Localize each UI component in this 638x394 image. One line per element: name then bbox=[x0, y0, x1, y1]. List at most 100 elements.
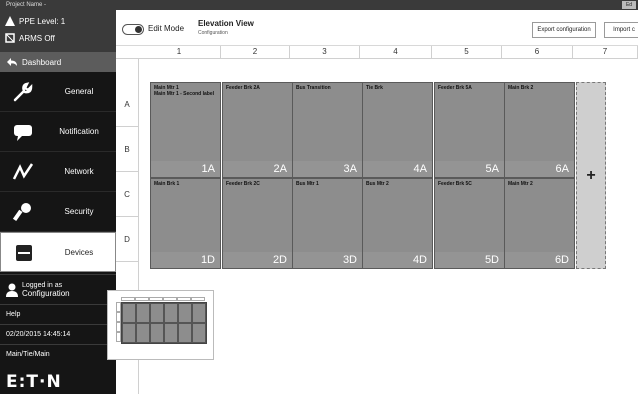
mini-map-row-marker bbox=[116, 302, 121, 312]
mini-map-cell bbox=[192, 303, 206, 323]
device-name: Main Brk 1 bbox=[154, 181, 180, 187]
mini-map-grid bbox=[121, 302, 207, 344]
column-header-4: 4 bbox=[360, 46, 432, 58]
mini-map-column-marker bbox=[191, 297, 205, 301]
nav-item-security[interactable]: Security bbox=[0, 192, 116, 232]
cell-id: 3D bbox=[342, 254, 357, 266]
mini-map-cell bbox=[164, 323, 178, 343]
wrench-icon bbox=[13, 82, 33, 102]
dashboard-button[interactable]: Dashboard bbox=[0, 52, 116, 72]
path-text: Main/Tie/Main bbox=[6, 351, 50, 358]
nav-item-notification[interactable]: Notification bbox=[0, 112, 116, 152]
device-icon bbox=[16, 245, 32, 261]
login-line1: Logged in as bbox=[22, 281, 63, 289]
cell-id: 4A bbox=[413, 163, 427, 175]
mini-map-column-marker bbox=[177, 297, 191, 301]
device-name: Main Brk 2 bbox=[508, 85, 534, 91]
device-name: Bus Mtr 2 bbox=[366, 181, 389, 187]
section-cell[interactable]: Bus Mtr 1 3D bbox=[292, 178, 363, 269]
nav-item-devices[interactable]: Devices bbox=[0, 232, 116, 272]
mini-map-column-marker bbox=[135, 297, 149, 301]
column-header-7: 7 bbox=[573, 46, 638, 58]
column-header-3: 3 bbox=[290, 46, 360, 58]
arms-text: ARMS Off bbox=[19, 33, 55, 43]
datetime-text: 02/20/2015 14:45:14 bbox=[6, 331, 71, 338]
speech-bubble-icon bbox=[14, 125, 32, 141]
row-header-d: D bbox=[116, 217, 138, 262]
nav-item-general[interactable]: General bbox=[0, 72, 116, 112]
help-link[interactable]: Help bbox=[0, 304, 116, 324]
device-name: Main Mtr 2 bbox=[508, 181, 533, 187]
nav-label-network: Network bbox=[64, 167, 94, 176]
dashboard-label: Dashboard bbox=[22, 57, 62, 67]
mini-map-cell bbox=[150, 323, 164, 343]
row-header-c: C bbox=[116, 172, 138, 217]
section-cell[interactable]: Feeder Brk 2A 2A bbox=[222, 82, 293, 178]
device-name: Bus Transition bbox=[296, 85, 331, 91]
login-status[interactable]: Logged in as Configuration bbox=[0, 274, 116, 304]
sidebar: PPE Level: 1 ARMS Off Dashboard General … bbox=[0, 10, 116, 394]
warning-icon bbox=[5, 16, 15, 26]
nav-label-notification: Notification bbox=[59, 127, 99, 136]
login-line2: Configuration bbox=[22, 288, 70, 298]
nav-item-network[interactable]: Network bbox=[0, 152, 116, 192]
device-name: Feeder Brk 5C bbox=[438, 181, 472, 187]
section-cell[interactable]: Bus Transition 3A bbox=[292, 82, 363, 178]
cell-id: 1A bbox=[201, 163, 215, 175]
view-subtitle: Configuration bbox=[198, 30, 228, 36]
column-header-1: 1 bbox=[138, 46, 221, 58]
section-cell[interactable]: Main Mtr 2 6D bbox=[504, 178, 575, 269]
mini-map-cell bbox=[136, 323, 150, 343]
mini-map-cell bbox=[178, 323, 192, 343]
section-cell[interactable]: Main Brk 2 6A bbox=[504, 82, 575, 178]
device-name: Bus Mtr 1 bbox=[296, 181, 319, 187]
section-cell[interactable]: Feeder Brk 5C 5D bbox=[434, 178, 505, 269]
key-icon bbox=[12, 203, 31, 222]
view-title: Elevation View bbox=[198, 19, 254, 28]
mini-map-cell bbox=[122, 323, 136, 343]
cell-id: 6D bbox=[554, 254, 569, 266]
toolbar: Edit Mode Elevation View Configuration E… bbox=[116, 10, 638, 46]
mini-map[interactable] bbox=[107, 290, 214, 360]
section-cell[interactable]: Feeder Brk 2C 2D bbox=[222, 178, 293, 269]
header-divider bbox=[116, 58, 638, 59]
column-header-5: 5 bbox=[432, 46, 502, 58]
row-header-a: A bbox=[116, 82, 138, 127]
mini-map-row-marker bbox=[116, 332, 121, 342]
ppe-level-text: PPE Level: 1 bbox=[19, 16, 66, 26]
mini-map-cell bbox=[150, 303, 164, 323]
export-configuration-button[interactable]: Export configuration bbox=[532, 22, 596, 38]
cell-id: 2A bbox=[273, 163, 287, 175]
nav-label-general: General bbox=[64, 87, 94, 96]
user-icon bbox=[6, 283, 18, 297]
add-section-button[interactable]: + bbox=[576, 82, 606, 269]
arms-icon bbox=[5, 33, 15, 43]
cell-id: 4D bbox=[412, 254, 427, 266]
device-name: Feeder Brk 2A bbox=[226, 85, 260, 91]
cell-id: 1D bbox=[200, 254, 215, 266]
mini-map-cell bbox=[122, 303, 136, 323]
section-cell[interactable]: Main Brk 1 1D bbox=[150, 178, 221, 269]
toggle-knob bbox=[135, 26, 142, 33]
section-cell[interactable]: Feeder Brk 5A 5A bbox=[434, 82, 505, 178]
edit-mode-toggle[interactable] bbox=[122, 24, 144, 35]
path-display: Main/Tie/Main bbox=[0, 344, 116, 364]
row-header-b: B bbox=[116, 127, 138, 172]
device-name: Feeder Brk 5A bbox=[438, 85, 472, 91]
section-cell[interactable]: Bus Mtr 2 4D bbox=[362, 178, 433, 269]
cell-id: 3A bbox=[343, 163, 357, 175]
login-text: Logged in as Configuration bbox=[22, 282, 70, 298]
import-configuration-button[interactable]: Import c bbox=[604, 22, 638, 38]
window-title: Project Name - bbox=[6, 2, 47, 8]
section-cell[interactable]: Tie Brk 4A bbox=[362, 82, 433, 178]
column-header-2: 2 bbox=[221, 46, 290, 58]
section-cell[interactable]: Main Mtr 1 Main Mtr 1 - Second label 1A bbox=[150, 82, 221, 178]
mini-map-cell bbox=[136, 303, 150, 323]
mini-map-cell bbox=[178, 303, 192, 323]
window-button[interactable]: Ed bbox=[622, 1, 636, 9]
mini-map-row-marker bbox=[116, 322, 121, 332]
mini-map-cell bbox=[192, 323, 206, 343]
device-name: Main Mtr 1 Main Mtr 1 - Second label bbox=[154, 85, 215, 97]
column-header-6: 6 bbox=[502, 46, 573, 58]
arms-row: ARMS Off bbox=[5, 32, 55, 44]
